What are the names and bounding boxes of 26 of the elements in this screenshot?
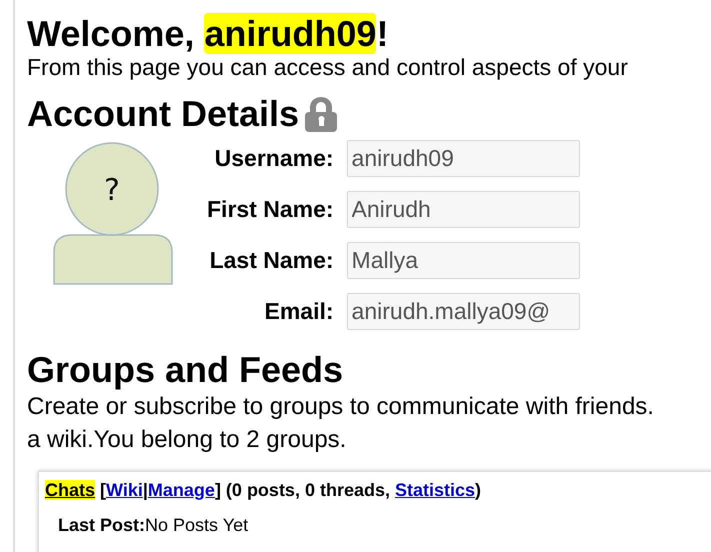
- section-heading: Groups and Feeds: [27, 350, 344, 390]
- group-link[interactable]: Chats: [45, 480, 96, 500]
- username-highlight: anirudh09: [204, 13, 376, 54]
- description-text: a wiki.You belong to 2 groups.: [27, 425, 348, 455]
- text-field[interactable]: anirudh.mallya09@: [346, 293, 580, 330]
- field-label: First Name:: [207, 196, 334, 223]
- group-info-text: |: [142, 480, 148, 500]
- last-post-text: No Posts Yet: [145, 515, 248, 535]
- group-info-text: [: [99, 480, 106, 500]
- field-label: Last Name:: [208, 247, 334, 274]
- group-link[interactable]: Statistics: [394, 480, 476, 500]
- text-field[interactable]: Mallya: [346, 242, 580, 279]
- text-field[interactable]: Anirudh: [346, 191, 580, 228]
- group-info-text: ): [475, 480, 482, 500]
- section-heading: Account Details: [27, 94, 300, 134]
- text-field[interactable]: anirudh09: [346, 140, 580, 177]
- welcome-heading: Welcome, anirudh09!: [27, 14, 390, 54]
- group-info-text: ] (0 posts, 0 threads,: [214, 480, 391, 500]
- description-text: Create or subscribe to groups to communicate with friends.: [27, 392, 655, 422]
- group-link[interactable]: Wiki: [106, 480, 143, 500]
- field-label: Email:: [264, 298, 334, 325]
- intro-text: From this page you can access and control aspects of your: [27, 54, 629, 80]
- last-post-label: Last Post:: [58, 515, 146, 535]
- field-label: Username:: [214, 145, 334, 172]
- avatar-drawing: ?: [52, 142, 174, 287]
- group-link[interactable]: Manage: [148, 480, 215, 500]
